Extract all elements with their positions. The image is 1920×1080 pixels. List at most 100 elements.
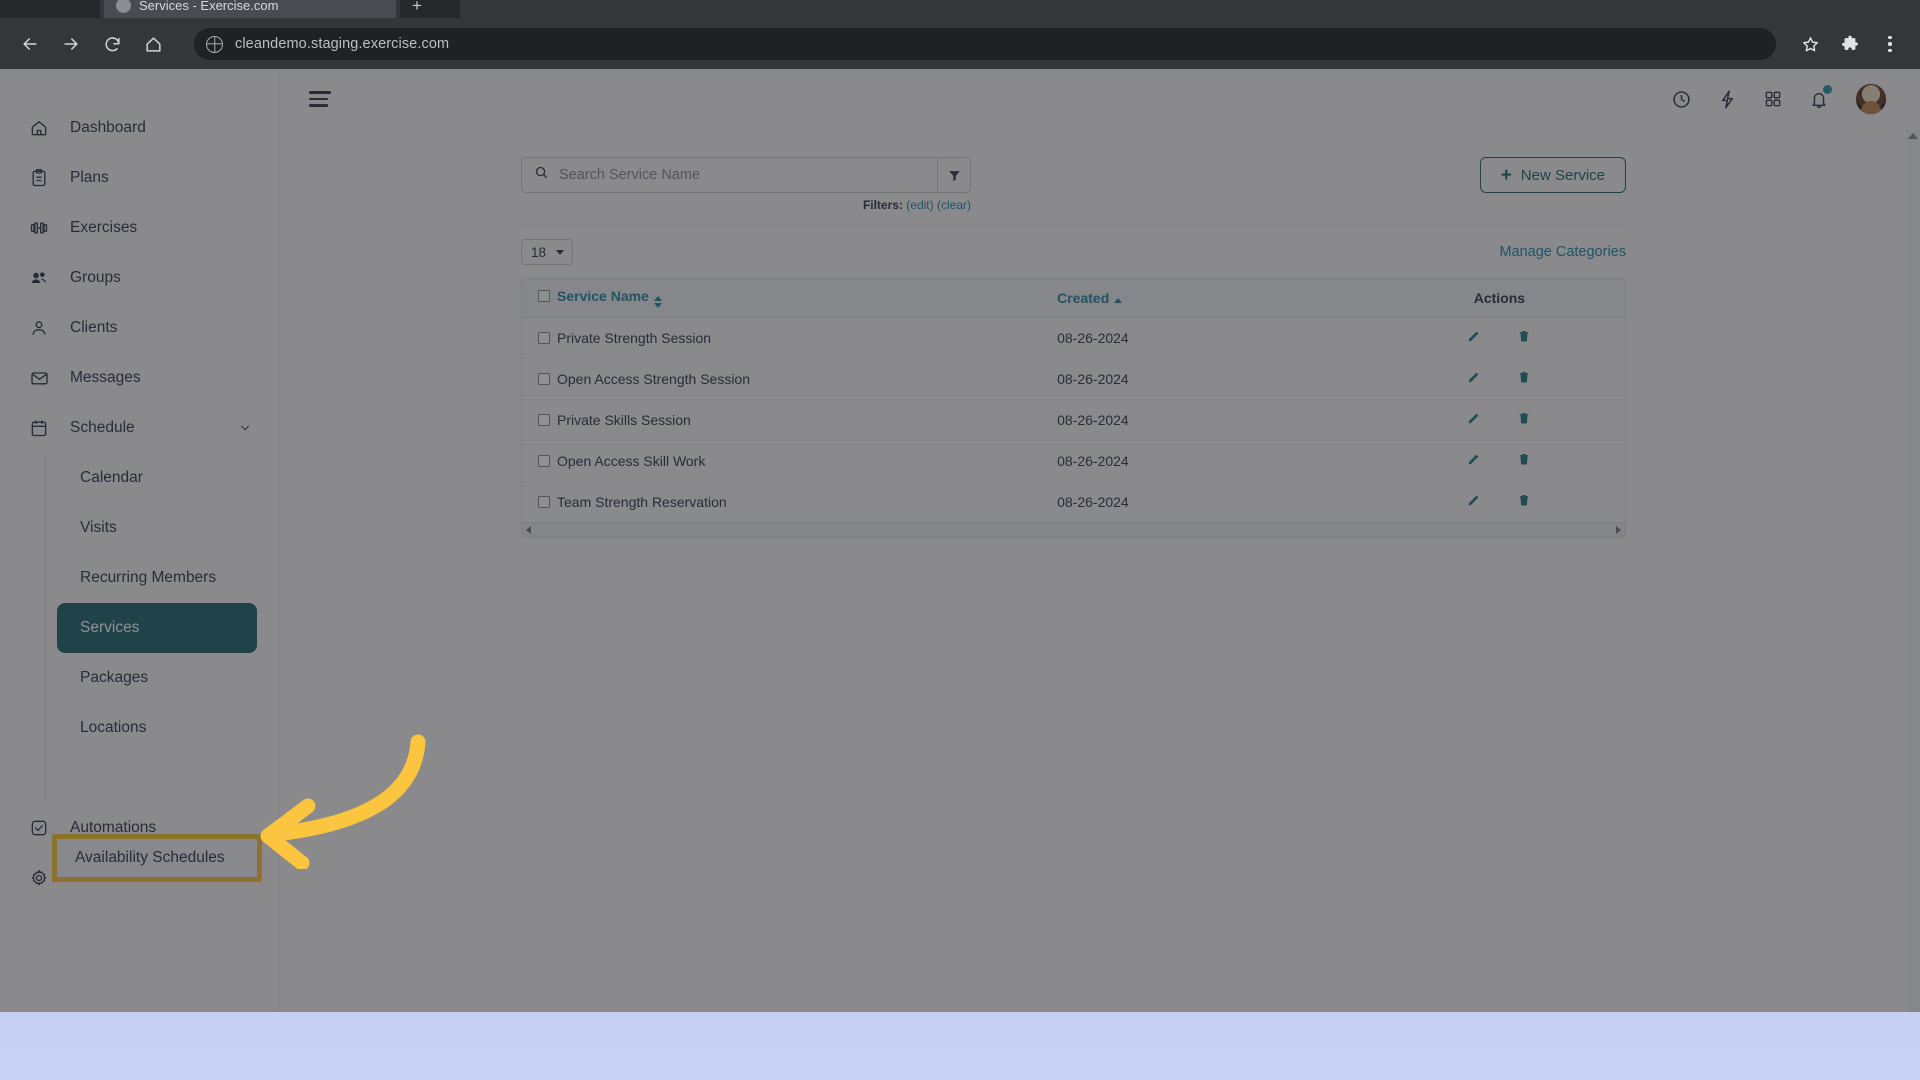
trash-icon[interactable] bbox=[1517, 329, 1531, 346]
sidebar-item-plans[interactable]: Plans bbox=[0, 153, 278, 203]
scroll-left-icon[interactable] bbox=[526, 526, 531, 534]
sidebar-item-locations[interactable]: Locations bbox=[57, 703, 257, 753]
new-service-label: New Service bbox=[1520, 166, 1605, 184]
browser-tab[interactable] bbox=[0, 0, 100, 18]
row-checkbox[interactable] bbox=[538, 454, 550, 467]
scroll-up-icon[interactable] bbox=[1908, 133, 1918, 139]
globe-icon bbox=[206, 35, 223, 53]
puzzle-icon[interactable] bbox=[1832, 26, 1868, 62]
avatar[interactable] bbox=[1854, 82, 1888, 116]
sidebar-item-services[interactable]: Services bbox=[57, 603, 257, 653]
sidebar-item-label: Availability Schedules bbox=[75, 849, 225, 866]
filters-clear-link[interactable]: (clear) bbox=[937, 198, 971, 212]
forward-arrow-icon[interactable] bbox=[53, 26, 89, 62]
gear-icon bbox=[28, 867, 50, 889]
row-checkbox[interactable] bbox=[538, 372, 550, 385]
scroll-right-icon[interactable] bbox=[1616, 526, 1621, 534]
checkbox-icon bbox=[28, 817, 50, 839]
pencil-icon[interactable] bbox=[1467, 411, 1481, 428]
kebab-menu-icon[interactable] bbox=[1872, 26, 1908, 62]
lightning-icon[interactable] bbox=[1704, 79, 1750, 119]
hamburger-icon[interactable] bbox=[309, 91, 331, 107]
plus-icon: + bbox=[1500, 164, 1512, 186]
sidebar-item-clients[interactable]: Clients bbox=[0, 303, 278, 353]
page-scrollbar[interactable] bbox=[1906, 129, 1920, 1012]
home-icon[interactable] bbox=[135, 26, 171, 62]
dumbbell-icon bbox=[28, 217, 50, 239]
trash-icon[interactable] bbox=[1517, 411, 1531, 428]
plus-icon: + bbox=[412, 0, 422, 15]
sidebar-item-groups[interactable]: Groups bbox=[0, 253, 278, 303]
content-container: Filters: (edit) (clear) + New Service bbox=[521, 157, 1626, 538]
pencil-icon[interactable] bbox=[1467, 370, 1481, 387]
trash-icon[interactable] bbox=[1517, 452, 1531, 469]
column-label: Service Name bbox=[557, 287, 649, 304]
sidebar-item-visits[interactable]: Visits bbox=[57, 503, 257, 553]
table-header-row: Service Name Created Actions bbox=[522, 279, 1625, 318]
star-icon[interactable] bbox=[1792, 26, 1828, 62]
sidebar-item-recurring-members[interactable]: Recurring Members bbox=[57, 553, 257, 603]
table-body: Private Strength Session 08-26-2024 Open… bbox=[522, 317, 1625, 522]
back-arrow-icon[interactable] bbox=[12, 26, 48, 62]
cell-service-name: Open Access Skill Work bbox=[557, 452, 706, 469]
filters-edit-link[interactable]: (edit) bbox=[906, 198, 933, 212]
row-checkbox[interactable] bbox=[538, 331, 550, 344]
table-row[interactable]: Team Strength Reservation 08-26-2024 bbox=[522, 481, 1625, 522]
table-row[interactable]: Private Strength Session 08-26-2024 bbox=[522, 317, 1625, 359]
search-input[interactable] bbox=[559, 158, 937, 192]
table-controls-row: 18 Manage Categories bbox=[521, 239, 1626, 265]
filters-line: Filters: (edit) (clear) bbox=[863, 198, 971, 212]
column-header-created[interactable]: Created bbox=[1057, 279, 1374, 318]
address-bar[interactable]: cleandemo.staging.exercise.com bbox=[194, 28, 1776, 60]
new-tab-button[interactable]: + bbox=[400, 0, 460, 18]
pencil-icon[interactable] bbox=[1467, 452, 1481, 469]
sidebar-subitem-label: Services bbox=[80, 619, 140, 636]
column-header-actions: Actions bbox=[1373, 279, 1625, 318]
new-service-button[interactable]: + New Service bbox=[1479, 157, 1626, 193]
highlight-availability-schedules[interactable]: Availability Schedules bbox=[52, 834, 262, 882]
sidebar-item-label: Schedule bbox=[70, 419, 135, 436]
clock-icon[interactable] bbox=[1658, 79, 1704, 119]
sidebar-subitem-label: Locations bbox=[80, 719, 147, 736]
row-checkbox[interactable] bbox=[538, 413, 550, 426]
cell-service-name: Private Skills Session bbox=[557, 411, 691, 428]
user-icon bbox=[28, 317, 50, 339]
search-box[interactable] bbox=[521, 157, 937, 193]
pencil-icon[interactable] bbox=[1467, 493, 1481, 510]
bell-icon[interactable] bbox=[1796, 79, 1842, 119]
per-page-select[interactable]: 18 bbox=[521, 239, 574, 265]
sidebar-item-availability-schedules-slot[interactable] bbox=[57, 753, 257, 803]
browser-window: Services - Exercise.com + cleandemo.stag… bbox=[0, 0, 1920, 1012]
chevron-down-icon bbox=[238, 421, 252, 435]
cell-created: 08-26-2024 bbox=[1057, 317, 1374, 359]
sidebar-subitem-label: Calendar bbox=[80, 469, 143, 486]
reload-icon[interactable] bbox=[94, 26, 130, 62]
funnel-icon[interactable] bbox=[937, 157, 971, 193]
sidebar-item-exercises[interactable]: Exercises bbox=[0, 203, 278, 253]
column-label: Created bbox=[1057, 289, 1110, 306]
trash-icon[interactable] bbox=[1517, 493, 1531, 510]
pencil-icon[interactable] bbox=[1467, 329, 1481, 346]
table-horizontal-scrollbar[interactable] bbox=[522, 522, 1625, 537]
sidebar-item-label: Clients bbox=[70, 319, 118, 336]
sidebar-item-dashboard[interactable]: Dashboard bbox=[0, 103, 278, 153]
table-row[interactable]: Open Access Strength Session 08-26-2024 bbox=[522, 358, 1625, 400]
table-row[interactable]: Open Access Skill Work 08-26-2024 bbox=[522, 440, 1625, 482]
column-header-service-name[interactable]: Service Name bbox=[522, 279, 1058, 318]
sidebar-item-packages[interactable]: Packages bbox=[57, 653, 257, 703]
browser-tab-active[interactable]: Services - Exercise.com bbox=[104, 0, 396, 18]
sidebar-item-messages[interactable]: Messages bbox=[0, 353, 278, 403]
select-all-checkbox[interactable] bbox=[538, 289, 550, 302]
trash-icon[interactable] bbox=[1517, 370, 1531, 387]
calendar-icon bbox=[28, 417, 50, 439]
sort-both-icon bbox=[653, 295, 662, 308]
manage-categories-link[interactable]: Manage Categories bbox=[1499, 244, 1626, 260]
sidebar-submenu: Calendar Visits Recurring Members Servic… bbox=[45, 453, 278, 803]
table-row[interactable]: Private Skills Session 08-26-2024 bbox=[522, 399, 1625, 441]
grid-icon[interactable] bbox=[1750, 79, 1796, 119]
sidebar-item-schedule[interactable]: Schedule bbox=[0, 403, 278, 453]
row-checkbox[interactable] bbox=[538, 495, 550, 508]
caret-down-icon bbox=[556, 249, 565, 255]
sidebar-item-calendar[interactable]: Calendar bbox=[57, 453, 257, 503]
sidebar-item-label: Dashboard bbox=[70, 119, 146, 136]
